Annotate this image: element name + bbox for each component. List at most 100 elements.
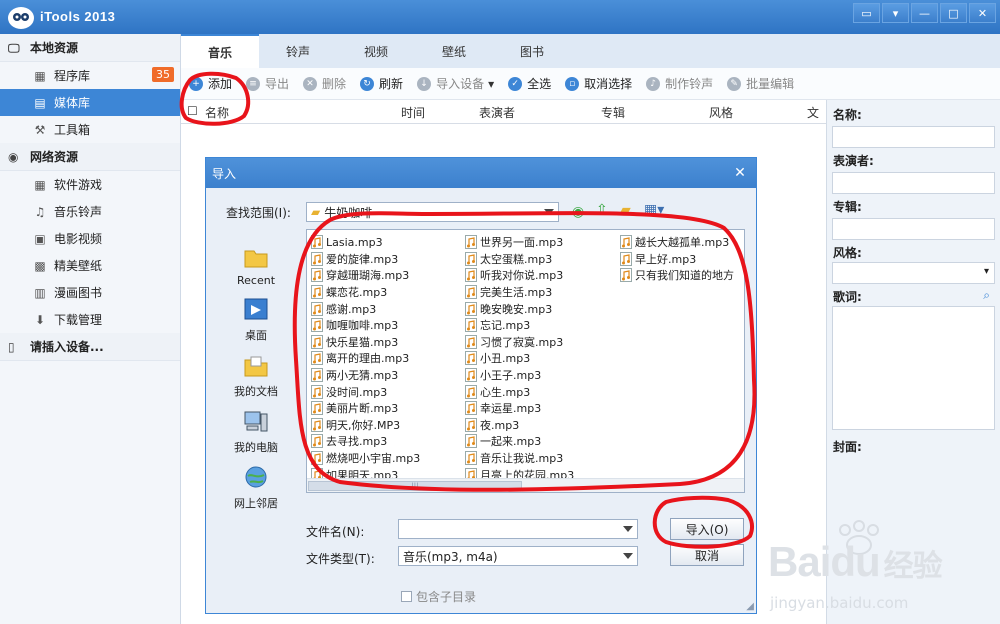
genre-select[interactable]: ▾ [832, 262, 995, 284]
search-icon[interactable]: ⌕ [983, 288, 990, 303]
deselect-button[interactable]: ▫ 取消选择 [565, 75, 632, 92]
column-more[interactable]: 文 [807, 104, 819, 121]
place-desktop[interactable]: 桌面 [223, 287, 289, 343]
tab-video[interactable]: 视频 [337, 34, 415, 68]
list-item[interactable]: 早上好.mp3 [620, 251, 734, 268]
import-button[interactable]: 导入(O) [670, 518, 744, 540]
minimize-icon[interactable]: — [911, 3, 938, 23]
list-item[interactable]: 快乐星猫.mp3 [311, 334, 420, 351]
list-item[interactable]: 听我对你说.mp3 [465, 267, 574, 284]
list-item[interactable]: Lasia.mp3 [311, 234, 420, 251]
list-item[interactable]: 燃烧吧小宇宙.mp3 [311, 450, 420, 467]
place-documents[interactable]: 我的文档 [223, 343, 289, 399]
sidebar-item-games[interactable]: ▦ 软件游戏 [0, 171, 180, 198]
tab-ringtones[interactable]: 铃声 [259, 34, 337, 68]
list-item[interactable]: 美丽片断.mp3 [311, 400, 420, 417]
look-in-select[interactable]: ▰ 牛奶咖啡 [306, 202, 559, 222]
list-item[interactable]: 咖喱咖啡.mp3 [311, 317, 420, 334]
list-item[interactable]: 完美生活.mp3 [465, 284, 574, 301]
look-in-value: 牛奶咖啡 [324, 205, 373, 220]
tab-music[interactable]: 音乐 [181, 34, 259, 68]
file-column-1: Lasia.mp3 爱的旋律.mp3 穿越珊瑚海.mp3 蝶恋花.mp3 感谢.mp3 咖… [311, 234, 420, 483]
select-all-button[interactable]: ✓ 全选 [508, 75, 551, 92]
list-item[interactable]: 心生.mp3 [465, 383, 574, 400]
import-device-button[interactable]: ↓ 导入设备 ▾ [417, 75, 494, 92]
add-button[interactable]: + 添加 [189, 75, 232, 92]
list-item[interactable]: 晚安晚安.mp3 [465, 300, 574, 317]
place-computer[interactable]: 我的电脑 [223, 399, 289, 455]
sidebar-item-music[interactable]: ♫ 音乐铃声 [0, 198, 180, 225]
filename-input[interactable] [398, 519, 638, 539]
maximize-icon[interactable]: □ [940, 3, 967, 23]
place-network[interactable]: 网上邻居 [223, 455, 289, 511]
sidebar-item-media[interactable]: ▤ 媒体库 [0, 89, 180, 116]
place-recent[interactable]: Recent [223, 231, 289, 287]
list-item[interactable]: 小王子.mp3 [465, 367, 574, 384]
column-name[interactable]: 名称 [205, 104, 229, 121]
horizontal-scrollbar[interactable]: ||| [307, 478, 744, 492]
up-folder-icon[interactable]: ⇧ [596, 202, 608, 218]
export-button[interactable]: ≡ 导出 [246, 75, 289, 92]
feedback-icon[interactable]: ▭ [853, 3, 880, 23]
tab-books[interactable]: 图书 [493, 34, 571, 68]
list-item[interactable]: 明天,你好.MP3 [311, 417, 420, 434]
sidebar-section-network[interactable]: ◉ 网络资源 [0, 143, 180, 171]
list-item[interactable]: 习惯了寂寞.mp3 [465, 334, 574, 351]
list-item[interactable]: 爱的旋律.mp3 [311, 251, 420, 268]
list-item[interactable]: 去寻找.mp3 [311, 433, 420, 450]
list-item[interactable]: 幸运星.mp3 [465, 400, 574, 417]
list-item[interactable]: 夜.mp3 [465, 417, 574, 434]
name-field[interactable] [832, 126, 995, 148]
sidebar-item-wallpaper[interactable]: ▩ 精美壁纸 [0, 252, 180, 279]
sidebar-section-device[interactable]: ▯ 请插入设备... [0, 333, 180, 361]
make-ringtone-button[interactable]: ♪ 制作铃声 [646, 75, 713, 92]
list-item[interactable]: 太空蛋糕.mp3 [465, 251, 574, 268]
list-item[interactable]: 越长大越孤单.mp3 [620, 234, 734, 251]
checkbox-box[interactable] [401, 591, 412, 602]
list-item[interactable]: 世界另一面.mp3 [465, 234, 574, 251]
delete-button[interactable]: ✕ 删除 [303, 75, 346, 92]
artist-field[interactable] [832, 172, 995, 194]
refresh-button[interactable]: ↻ 刷新 [360, 75, 403, 92]
include-subdir-checkbox[interactable]: 包含子目录 [401, 588, 476, 605]
list-item[interactable]: 穿越珊瑚海.mp3 [311, 267, 420, 284]
list-item[interactable]: 两小无猜.mp3 [311, 367, 420, 384]
column-time[interactable]: 时间 [401, 104, 425, 121]
column-genre[interactable]: 风格 [709, 104, 733, 121]
sidebar-section-local[interactable]: 🖵 本地资源 [0, 34, 180, 62]
lyrics-field[interactable] [832, 306, 995, 430]
list-item[interactable]: 音乐让我说.mp3 [465, 450, 574, 467]
resize-grip-icon[interactable]: ◢ [746, 601, 754, 612]
list-item[interactable]: 蝶恋花.mp3 [311, 284, 420, 301]
menu-icon[interactable]: ▾ [882, 3, 909, 23]
column-album[interactable]: 专辑 [601, 104, 625, 121]
sidebar-item-downloads[interactable]: ⬇ 下载管理 [0, 306, 180, 333]
film-icon: ▤ [34, 95, 46, 110]
list-item[interactable]: 没时间.mp3 [311, 383, 420, 400]
back-icon[interactable]: ◉ [572, 204, 584, 220]
list-item[interactable]: 感谢.mp3 [311, 300, 420, 317]
scrollbar-thumb[interactable]: ||| [308, 481, 522, 491]
list-item[interactable]: 小丑.mp3 [465, 350, 574, 367]
music-file-icon [465, 285, 477, 300]
sidebar-item-video[interactable]: ▣ 电影视频 [0, 225, 180, 252]
sidebar-item-tools[interactable]: ⚒ 工具箱 [0, 116, 180, 143]
column-artist[interactable]: 表演者 [479, 104, 515, 121]
tab-wallpaper[interactable]: 壁纸 [415, 34, 493, 68]
download-icon: ⬇ [34, 312, 46, 327]
batch-edit-button[interactable]: ✎ 批量编辑 [727, 75, 794, 92]
view-menu-icon[interactable]: ▦▾ [644, 202, 664, 218]
filetype-select[interactable]: 音乐(mp3, m4a) [398, 546, 638, 566]
sidebar-item-apps[interactable]: ▦ 程序库 35 [0, 62, 180, 89]
list-item[interactable]: 只有我们知道的地方 [620, 267, 734, 284]
list-item[interactable]: 离开的理由.mp3 [311, 350, 420, 367]
sidebar-item-books[interactable]: ▥ 漫画图书 [0, 279, 180, 306]
header-checkbox[interactable]: ☐ [187, 104, 198, 118]
cancel-button[interactable]: 取消 [670, 544, 744, 566]
dialog-close-icon[interactable]: ✕ [730, 163, 750, 183]
close-icon[interactable]: ✕ [969, 3, 996, 23]
list-item[interactable]: 忘记.mp3 [465, 317, 574, 334]
list-item[interactable]: 一起来.mp3 [465, 433, 574, 450]
album-field[interactable] [832, 218, 995, 240]
new-folder-icon[interactable]: ▰ [620, 202, 631, 218]
